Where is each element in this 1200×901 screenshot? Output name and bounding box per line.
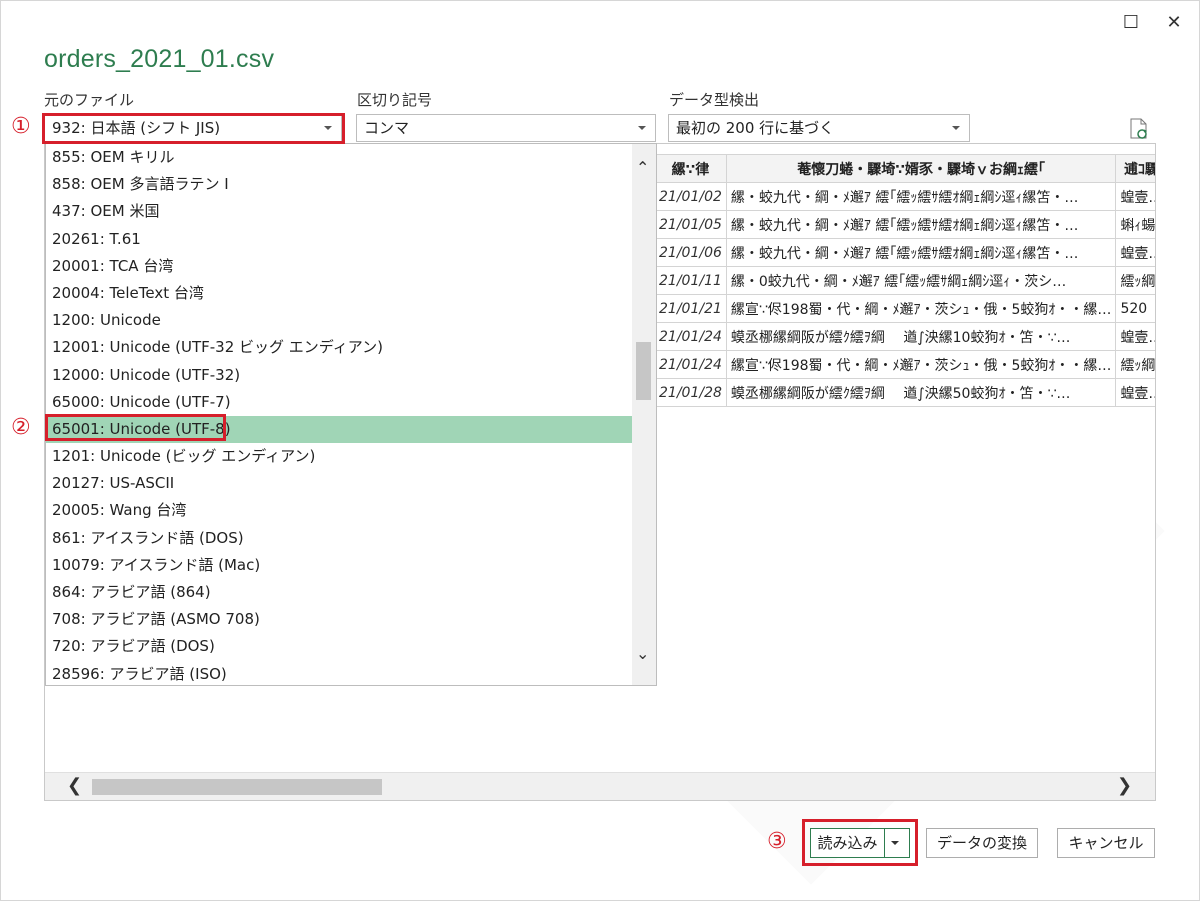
encoding-option[interactable]: 20127: US-ASCII: [46, 470, 656, 497]
transform-data-button[interactable]: データの変換: [926, 828, 1038, 858]
table-cell: 縲・蛟九代・綱・ﾒ邂ｱ 繧｢繧ｯ繧ｻ繧ｵ綱ｪ綱ｼ逕ｨ縲笘・…: [726, 239, 1116, 267]
chevron-down-icon: [638, 126, 646, 130]
table-row: 21/01/24蟆丞梛縲綱阪が繧ｸ繧ｦ綱 遒∫泱縲10蛟狗ｵ・笘・∵…蝗壹…: [655, 323, 1157, 351]
load-button[interactable]: 読み込み: [810, 828, 910, 858]
encoding-option[interactable]: 20004: TeleText 台湾: [46, 280, 656, 307]
preview-grid: 縲∵律 菴懷刀蜷・驟埼∵婿豕・驟埼ｖお綱ｪ繧｢ 逋ｺ驟 21/01/02縲・蛟九…: [654, 154, 1156, 407]
preview-table: 縲∵律 菴懷刀蜷・驟埼∵婿豕・驟埼ｖお綱ｪ繧｢ 逋ｺ驟 21/01/02縲・蛟九…: [654, 154, 1156, 407]
cancel-button[interactable]: キャンセル: [1057, 828, 1155, 858]
column-header[interactable]: 逋ｺ驟: [1116, 155, 1156, 183]
table-cell: 蝗壹…: [1116, 379, 1156, 407]
table-cell: 21/01/05: [655, 211, 727, 239]
encoding-option[interactable]: 20001: TCA 台湾: [46, 253, 656, 280]
refresh-preview-icon[interactable]: [1129, 118, 1149, 140]
table-cell: 縲・蛟九代・綱・ﾒ邂ｱ 繧｢繧ｯ繧ｻ繧ｵ綱ｪ綱ｼ逕ｨ縲笘・…: [726, 211, 1116, 239]
table-cell: 蝗壹…: [1116, 323, 1156, 351]
annotation-number-2: ②: [11, 417, 31, 439]
chevron-down-icon[interactable]: [891, 841, 899, 845]
encoding-option[interactable]: 855: OEM キリル: [46, 144, 656, 171]
encoding-option[interactable]: 12000: Unicode (UTF-32): [46, 362, 656, 389]
encoding-option[interactable]: 28596: アラビア語 (ISO): [46, 661, 656, 686]
scroll-down-icon[interactable]: ⌄: [636, 644, 649, 663]
table-row: 21/01/28蟆丞梛縲綱阪が繧ｸ繧ｦ綱 遒∫泱縲50蛟狗ｵ・笘・∵…蝗壹…: [655, 379, 1157, 407]
type-detection-label: データ型検出: [669, 89, 759, 110]
scroll-up-icon[interactable]: ⌃: [636, 158, 649, 177]
table-row: 21/01/05縲・蛟九代・綱・ﾒ邂ｱ 繧｢繧ｯ繧ｻ繧ｵ綱ｪ綱ｼ逕ｨ縲笘・…蝌ｨ…: [655, 211, 1157, 239]
maximize-button[interactable]: ☐: [1116, 9, 1146, 35]
table-cell: 蟆丞梛縲綱阪が繧ｸ繧ｦ綱 遒∫泱縲10蛟狗ｵ・笘・∵…: [726, 323, 1116, 351]
table-cell: 21/01/06: [655, 239, 727, 267]
scrollbar-thumb[interactable]: [92, 779, 382, 795]
load-button-label: 読み込み: [811, 829, 884, 857]
table-cell: 縲宣∵侭198蜀・代・綱・ﾒ邂ｱ・茨シｭ・俄・5蛟狗ｵ・・縲…: [726, 351, 1116, 379]
encoding-option[interactable]: 861: アイスランド語 (DOS): [46, 525, 656, 552]
horizontal-scrollbar[interactable]: ❮ ❯: [45, 772, 1155, 800]
table-row: 21/01/02縲・蛟九代・綱・ﾒ邂ｱ 繧｢繧ｯ繧ｻ繧ｵ綱ｪ綱ｼ逕ｨ縲笘・…蝗壹…: [655, 183, 1157, 211]
encoding-option[interactable]: 1200: Unicode: [46, 307, 656, 334]
encoding-option[interactable]: 858: OEM 多言語ラテン I: [46, 171, 656, 198]
scroll-left-icon[interactable]: ❮: [67, 777, 82, 795]
import-dialog: ☐ ✕ orders_2021_01.csv 元のファイル 932: 日本語 (…: [0, 0, 1200, 901]
table-cell: 蝗壹…: [1116, 183, 1156, 211]
table-cell: 21/01/24: [655, 351, 727, 379]
table-cell: 21/01/24: [655, 323, 727, 351]
column-header[interactable]: 縲∵律: [655, 155, 727, 183]
chevron-down-icon: [952, 126, 960, 130]
encoding-option[interactable]: 708: アラビア語 (ASMO 708): [46, 606, 656, 633]
table-cell: 繧ｯ綱: [1116, 351, 1156, 379]
table-row: 21/01/11縲・0蛟九代・綱・ﾒ邂ｱ 繧｢繧ｯ繧ｻ綱ｪ綱ｼ逕ｨ・茨シ…繧ｯ綱: [655, 267, 1157, 295]
encoding-option[interactable]: 864: アラビア語 (864): [46, 579, 656, 606]
encoding-option[interactable]: 12001: Unicode (UTF-32 ビッグ エンディアン): [46, 334, 656, 361]
table-cell: 蟆丞梛縲綱阪が繧ｸ繧ｦ綱 遒∫泱縲50蛟狗ｵ・笘・∵…: [726, 379, 1116, 407]
table-cell: 縲宣∵侭198蜀・代・綱・ﾒ邂ｱ・茨シｭ・俄・5蛟狗ｵ・・縲…: [726, 295, 1116, 323]
table-cell: 21/01/02: [655, 183, 727, 211]
table-cell: 繧ｯ綱: [1116, 267, 1156, 295]
table-row: 21/01/06縲・蛟九代・綱・ﾒ邂ｱ 繧｢繧ｯ繧ｻ繧ｵ綱ｪ綱ｼ逕ｨ縲笘・…蝗壹…: [655, 239, 1157, 267]
annotation-number-3: ③: [767, 831, 787, 853]
close-button[interactable]: ✕: [1159, 9, 1189, 35]
annotation-box-1: [42, 113, 345, 144]
table-cell: 縲・0蛟九代・綱・ﾒ邂ｱ 繧｢繧ｯ繧ｻ綱ｪ綱ｼ逕ｨ・茨シ…: [726, 267, 1116, 295]
table-cell: 蝗壹…: [1116, 239, 1156, 267]
table-cell: 21/01/21: [655, 295, 727, 323]
table-cell: 21/01/28: [655, 379, 727, 407]
scrollbar-thumb[interactable]: [636, 342, 651, 400]
file-origin-label: 元のファイル: [44, 89, 134, 110]
encoding-option[interactable]: 65000: Unicode (UTF-7): [46, 389, 656, 416]
column-header[interactable]: 菴懷刀蜷・驟埼∵婿豕・驟埼ｖお綱ｪ繧｢: [726, 155, 1116, 183]
annotation-number-1: ①: [11, 116, 31, 138]
table-row: 21/01/21縲宣∵侭198蜀・代・綱・ﾒ邂ｱ・茨シｭ・俄・5蛟狗ｵ・・縲…5…: [655, 295, 1157, 323]
table-cell: 21/01/11: [655, 267, 727, 295]
encoding-option[interactable]: 10079: アイスランド語 (Mac): [46, 552, 656, 579]
encoding-option[interactable]: 720: アラビア語 (DOS): [46, 633, 656, 660]
encoding-option[interactable]: 437: OEM 米国: [46, 198, 656, 225]
type-detection-value: 最初の 200 行に基づく: [676, 119, 834, 137]
table-cell: 縲・蛟九代・綱・ﾒ邂ｱ 繧｢繧ｯ繧ｻ繧ｵ綱ｪ綱ｼ逕ｨ縲笘・…: [726, 183, 1116, 211]
scroll-right-icon[interactable]: ❯: [1117, 777, 1132, 795]
type-detection-select[interactable]: 最初の 200 行に基づく: [668, 114, 970, 142]
delimiter-value: コンマ: [364, 119, 409, 137]
close-icon: ✕: [1166, 12, 1181, 33]
encoding-option[interactable]: 1201: Unicode (ビッグ エンディアン): [46, 443, 656, 470]
split-divider: [884, 829, 885, 857]
table-cell: 520: [1116, 295, 1156, 323]
table-row: 21/01/24縲宣∵侭198蜀・代・綱・ﾒ邂ｱ・茨シｭ・俄・5蛟狗ｵ・・縲…繧…: [655, 351, 1157, 379]
encoding-option[interactable]: 20005: Wang 台湾: [46, 497, 656, 524]
delimiter-label: 区切り記号: [357, 89, 432, 110]
delimiter-select[interactable]: コンマ: [356, 114, 656, 142]
annotation-box-2: [45, 414, 226, 441]
table-cell: 蝌ｨ蝪: [1116, 211, 1156, 239]
vertical-scrollbar[interactable]: ⌃ ⌄: [632, 144, 656, 685]
dialog-title: orders_2021_01.csv: [44, 45, 274, 74]
maximize-icon: ☐: [1123, 12, 1139, 33]
encoding-option[interactable]: 20261: T.61: [46, 226, 656, 253]
